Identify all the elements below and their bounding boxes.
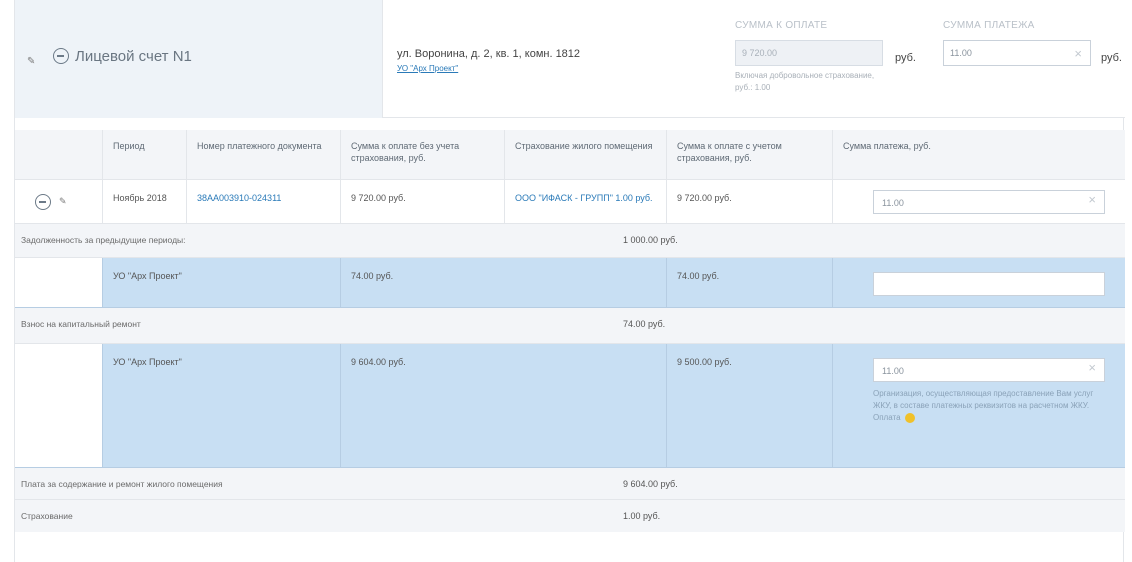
section-total: 1.00 руб.: [623, 511, 661, 521]
info-icon[interactable]: [904, 412, 915, 423]
doc-number-link[interactable]: 38АА003910-024311: [187, 180, 341, 223]
collapse-icon[interactable]: [35, 194, 51, 210]
clear-icon[interactable]: ×: [1074, 46, 1082, 61]
sum-cell: 74.00 руб.: [341, 258, 667, 307]
sum-to-pay-field: 9 720.00: [735, 40, 883, 66]
payment-amount-label: СУММА ПЛАТЕЖА: [943, 20, 1035, 31]
sum-to-pay-hint: Включая добровольное страхование, руб.: …: [735, 71, 875, 92]
payment-amount-input[interactable]: 11.00 ×: [943, 40, 1091, 66]
sum-to-pay-label: СУММА К ОПЛАТЕ: [735, 20, 828, 31]
section-row: Страхование 1.00 руб.: [15, 500, 1125, 532]
section-label: Задолженность за предыдущие периоды:: [21, 235, 186, 245]
insurance-link[interactable]: ООО "ИФАСК - ГРУПП" 1.00 руб.: [505, 180, 667, 223]
section-label: Страхование: [21, 511, 73, 521]
payment-input[interactable]: 11.00 ×: [873, 358, 1105, 382]
payment-input[interactable]: [873, 272, 1105, 296]
organization-cell: УО "Арх Проект": [103, 344, 341, 467]
currency-label: руб.: [1101, 52, 1122, 64]
collapse-icon[interactable]: [53, 48, 69, 64]
organization-cell: УО "Арх Проект": [103, 258, 341, 307]
management-company-link[interactable]: УО "Арх Проект": [397, 64, 458, 73]
section-total: 1 000.00 руб.: [623, 235, 678, 245]
clear-icon[interactable]: ×: [1088, 193, 1096, 206]
col-period: Период: [103, 130, 187, 179]
col-sum-with-insurance: Сумма к оплате с учетом страхования, руб…: [667, 130, 833, 179]
account-address: ул. Воронина, д. 2, кв. 1, комн. 1812: [397, 48, 581, 60]
sum-without-insurance-cell: 9 720.00 руб.: [341, 180, 505, 223]
sum-with-insurance-cell: 9 720.00 руб.: [667, 180, 833, 223]
section-total: 74.00 руб.: [623, 319, 666, 329]
section-total: 9 604.00 руб.: [623, 479, 678, 489]
sum-cell: 9 604.00 руб.: [341, 344, 667, 467]
pencil-icon[interactable]: ✎: [27, 56, 35, 67]
section-row: Задолженность за предыдущие периоды: 1 0…: [15, 224, 1125, 258]
col-insurance: Страхование жилого помещения: [505, 130, 667, 179]
payment-input[interactable]: 11.00 ×: [873, 190, 1105, 214]
section-row: Плата за содержание и ремонт жилого поме…: [15, 468, 1125, 500]
payment-value: 11.00: [882, 198, 904, 208]
period-cell: Ноябрь 2018: [103, 180, 187, 223]
col-doc-number: Номер платежного документа: [187, 130, 341, 179]
account-title-panel: ✎ Лицевой счет N1: [15, 0, 383, 118]
col-payment: Сумма платежа, руб.: [843, 141, 931, 151]
table-row: ✎ Ноябрь 2018 38АА003910-024311 9 720.00…: [15, 180, 1125, 224]
account-card: ✎ Лицевой счет N1 ул. Воронина, д. 2, кв…: [14, 0, 1125, 562]
section-label: Взнос на капитальный ремонт: [21, 319, 141, 329]
col-sum-without-insurance: Сумма к оплате без учета страхования, ру…: [341, 130, 505, 179]
payment-value: 11.00: [882, 366, 904, 376]
pencil-icon[interactable]: ✎: [59, 195, 67, 207]
section-row: Взнос на капитальный ремонт 74.00 руб.: [15, 308, 1125, 344]
table-row: УО "Арх Проект" 9 604.00 руб. 9 500.00 р…: [15, 344, 1125, 468]
table-header-row: Период Номер платежного документа Сумма …: [15, 130, 1125, 180]
account-title: Лицевой счет N1: [75, 48, 192, 65]
section-label: Плата за содержание и ремонт жилого поме…: [21, 479, 223, 489]
clear-icon[interactable]: ×: [1088, 361, 1096, 374]
table-row: УО "Арх Проект" 74.00 руб. 74.00 руб.: [15, 258, 1125, 308]
payment-note: Организация, осуществляющая предоставлен…: [873, 389, 1094, 423]
currency-label: руб.: [895, 52, 916, 64]
sum-with-cell: 74.00 руб.: [667, 258, 833, 307]
account-header: ✎ Лицевой счет N1 ул. Воронина, д. 2, кв…: [15, 0, 1125, 118]
sum-with-cell: 9 500.00 руб.: [667, 344, 833, 467]
payment-amount-value: 11.00: [950, 48, 972, 58]
